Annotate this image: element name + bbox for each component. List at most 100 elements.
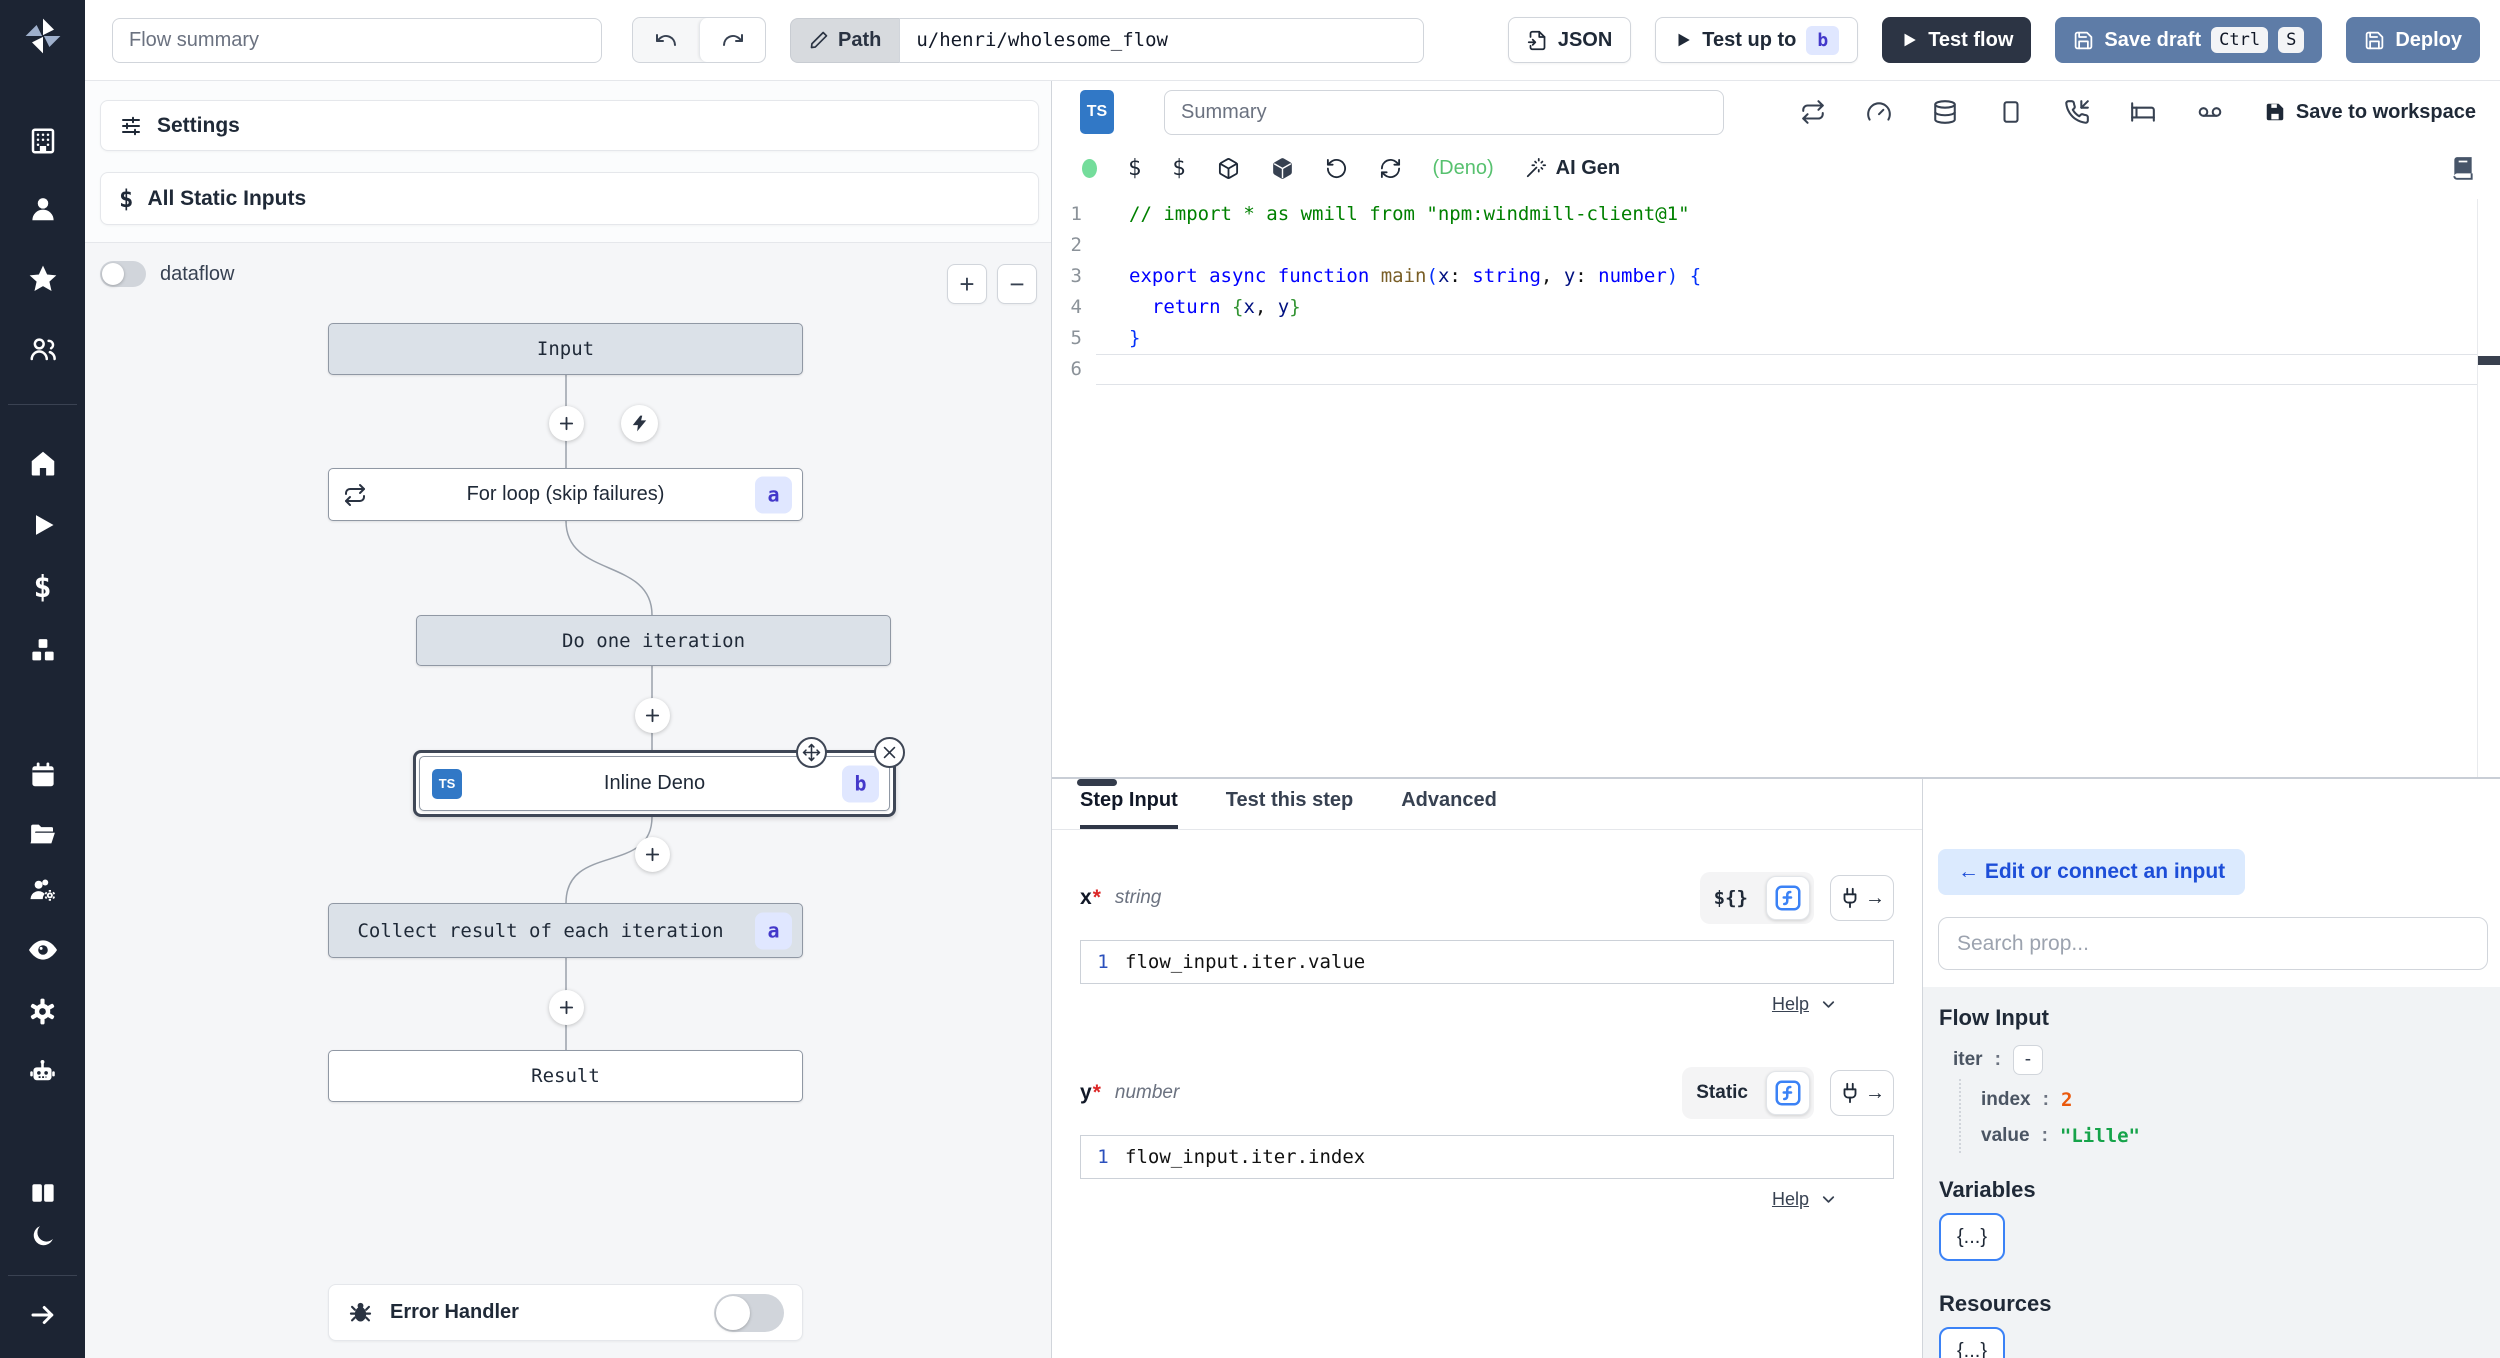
undo-button[interactable]: [633, 18, 699, 62]
user-icon[interactable]: [24, 190, 62, 228]
ai-gen-button[interactable]: AI Gen: [1525, 157, 1620, 180]
gauge-icon[interactable]: [1866, 99, 1892, 125]
prop-row-iter[interactable]: iter : -: [1953, 1045, 2484, 1075]
tab-test-this-step[interactable]: Test this step: [1226, 789, 1353, 829]
plug-icon: [1843, 887, 1857, 909]
mode-label[interactable]: ${}: [1704, 887, 1758, 909]
flow-node-inline-deno-selected[interactable]: TS Inline Deno b: [413, 737, 905, 817]
dollar-sign-icon: $: [119, 184, 134, 213]
panel-resize-handle[interactable]: [1077, 779, 1117, 786]
redo-button[interactable]: [699, 18, 765, 62]
json-button[interactable]: JSON: [1507, 17, 1632, 63]
plus-icon: [645, 708, 660, 723]
voicemail-icon[interactable]: [2196, 99, 2224, 125]
help-link[interactable]: Help: [1772, 994, 1809, 1015]
package-filled-icon[interactable]: [1271, 157, 1294, 180]
flow-summary-input[interactable]: [112, 17, 602, 63]
path-edit-button[interactable]: Path: [790, 17, 900, 63]
star-icon[interactable]: [24, 260, 62, 298]
search-prop-input[interactable]: [1938, 917, 2488, 970]
boxes-icon[interactable]: [24, 632, 62, 670]
mode-label[interactable]: Static: [1686, 1082, 1758, 1104]
edit-or-connect-button[interactable]: ← Edit or connect an input: [1938, 849, 2246, 895]
rectangle-vertical-icon[interactable]: [1998, 99, 2024, 125]
all-static-inputs-button[interactable]: $ All Static Inputs: [100, 172, 1039, 225]
windmill-logo[interactable]: [20, 13, 66, 59]
eye-icon[interactable]: [24, 931, 62, 969]
path-input[interactable]: [899, 17, 1425, 63]
field-name: x: [1080, 886, 1092, 909]
chevron-down-icon[interactable]: [1819, 995, 1838, 1014]
retry-repeat-icon[interactable]: [1800, 99, 1826, 125]
add-step-button[interactable]: [549, 990, 584, 1025]
test-up-to-button[interactable]: Test up to b: [1655, 17, 1859, 63]
home-icon[interactable]: [24, 444, 62, 482]
add-step-button[interactable]: [549, 406, 584, 441]
prop-row-value[interactable]: value : "Lille": [1959, 1115, 2484, 1153]
tab-step-input[interactable]: Step Input: [1080, 789, 1178, 829]
users-cog-icon[interactable]: [24, 872, 62, 910]
sliders-icon: [122, 116, 140, 135]
play-icon[interactable]: [24, 506, 62, 544]
expr-text: flow_input.iter.index: [1125, 1146, 1366, 1168]
move-node-button[interactable]: [796, 737, 827, 768]
cache-database-icon[interactable]: [1932, 99, 1958, 125]
dollar-sign-icon[interactable]: $: [1172, 156, 1185, 181]
delete-node-button[interactable]: [874, 737, 905, 768]
flow-node-collect-result[interactable]: Collect result of each iteration a: [328, 903, 803, 958]
sleep-bed-icon[interactable]: [2130, 99, 2156, 125]
resources-object-button[interactable]: {...}: [1939, 1327, 2005, 1358]
chevron-down-icon[interactable]: [1819, 1190, 1838, 1209]
add-step-button[interactable]: [635, 837, 670, 872]
docs-book-icon[interactable]: [2450, 155, 2476, 181]
dollar-icon[interactable]: $: [24, 568, 62, 606]
flow-node-result[interactable]: Result: [328, 1050, 803, 1102]
flow-node-forloop[interactable]: For loop (skip failures) a: [328, 468, 803, 521]
dollar-sign-icon[interactable]: $: [1128, 156, 1141, 181]
prop-key: iter: [1953, 1049, 1983, 1070]
calendar-icon[interactable]: [24, 756, 62, 794]
javascript-mode-button[interactable]: [1766, 1071, 1810, 1115]
settings-gear-icon[interactable]: [24, 992, 62, 1030]
flow-settings-button[interactable]: Settings: [100, 100, 1039, 151]
field-x-expr-editor[interactable]: 1 flow_input.iter.value: [1080, 940, 1894, 984]
save-draft-button[interactable]: Save draft Ctrl S: [2055, 17, 2323, 63]
arrow-right-icon[interactable]: [24, 1296, 62, 1334]
deploy-button[interactable]: Deploy: [2346, 17, 2480, 63]
trigger-button[interactable]: [621, 405, 658, 442]
javascript-mode-button[interactable]: [1766, 876, 1810, 920]
wand-sparkles-icon: [1526, 157, 1546, 178]
field-y-expr-editor[interactable]: 1 flow_input.iter.index: [1080, 1135, 1894, 1179]
tab-advanced[interactable]: Advanced: [1401, 789, 1497, 829]
prop-value-box[interactable]: -: [2012, 1045, 2043, 1075]
sidebar-divider: [8, 404, 77, 405]
flow-panel: Settings $ All Static Inputs dataflow + …: [85, 81, 1052, 1358]
error-handler-label: Error Handler: [390, 1301, 519, 1323]
prop-row-index[interactable]: index : 2: [1959, 1079, 2484, 1117]
prop-key: index: [1981, 1089, 2031, 1110]
error-handler-toggle[interactable]: [714, 1293, 784, 1332]
variables-object-button[interactable]: {...}: [1939, 1213, 2005, 1261]
building-icon[interactable]: [24, 122, 62, 160]
folder-open-icon[interactable]: [24, 815, 62, 853]
connect-input-button[interactable]: →: [1830, 875, 1894, 921]
help-link[interactable]: Help: [1772, 1189, 1809, 1210]
robot-icon[interactable]: [24, 1053, 62, 1091]
refresh-icon[interactable]: [1379, 157, 1402, 180]
step-summary-input[interactable]: [1164, 89, 1724, 135]
phone-incoming-icon[interactable]: [2064, 99, 2090, 125]
overview-ruler: [2477, 199, 2500, 777]
rotate-ccw-icon[interactable]: [1325, 157, 1348, 180]
moon-icon[interactable]: [24, 1217, 62, 1255]
test-flow-button[interactable]: Test flow: [1882, 17, 2032, 63]
add-step-button[interactable]: [635, 698, 670, 733]
topbar-actions: JSON Test up to b Test flow Save draft C…: [1507, 17, 2480, 63]
connect-input-button[interactable]: →: [1830, 1070, 1894, 1116]
flow-node-input[interactable]: Input: [328, 323, 803, 375]
code-editor[interactable]: 123456 // import * as wmill from "npm:wi…: [1052, 193, 2500, 777]
save-to-workspace-button[interactable]: Save to workspace: [2264, 101, 2476, 124]
users-icon[interactable]: [24, 330, 62, 368]
flow-node-do-one-iteration[interactable]: Do one iteration: [416, 615, 891, 666]
package-icon[interactable]: [1217, 157, 1240, 180]
book-icon[interactable]: [24, 1174, 62, 1212]
